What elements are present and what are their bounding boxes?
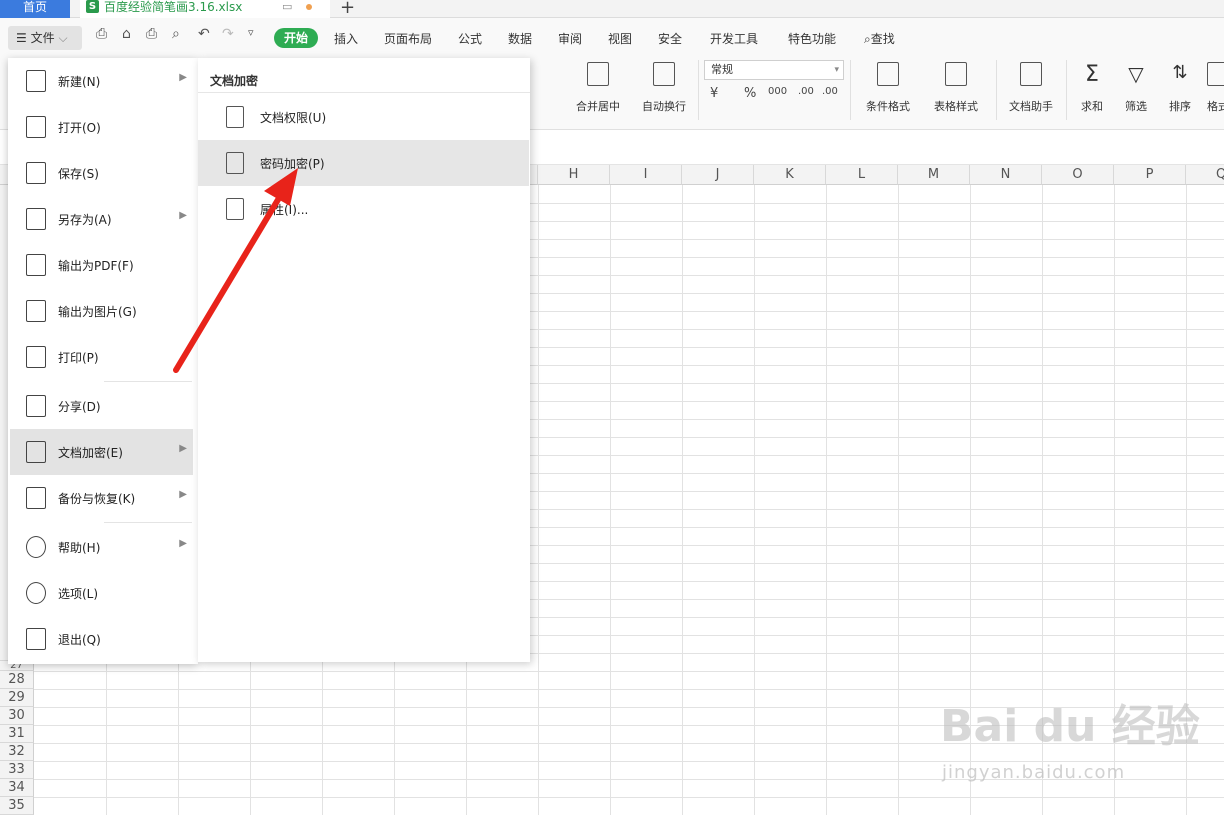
baidu-watermark: Bai du 经验 (940, 701, 1200, 752)
watermark-url: jingyan.baidu.com (942, 762, 1126, 783)
